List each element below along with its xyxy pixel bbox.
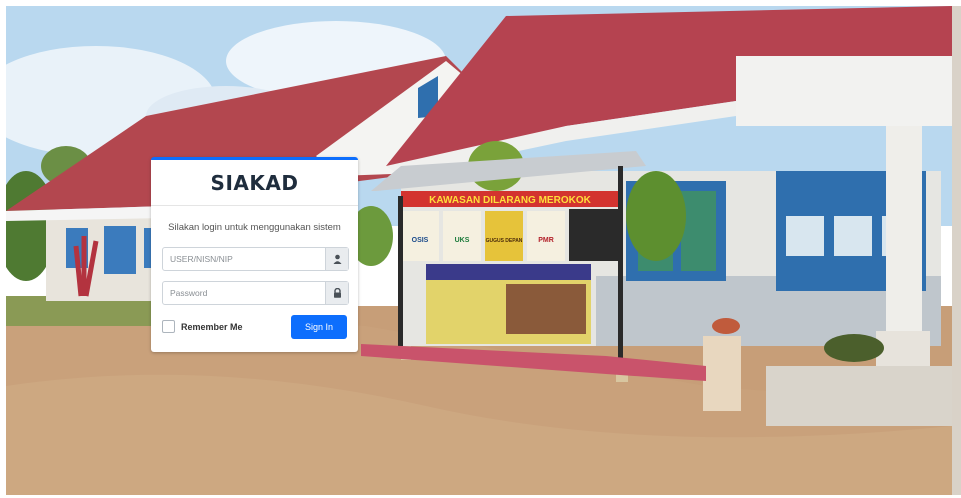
lock-icon [325, 282, 348, 304]
username-group [162, 247, 349, 271]
login-box: SIAKAD Silakan login untuk menggunakan s… [151, 157, 358, 352]
gugus-depan-sign: GUGUS DEPAN [486, 238, 523, 244]
background-photo: KAWASAN DILARANG MEROKOK OSIS UKS GUGUS … [6, 6, 952, 495]
remember-me-checkbox[interactable] [162, 320, 175, 333]
remember-me: Remember Me [162, 320, 243, 333]
school-photo: KAWASAN DILARANG MEROKOK OSIS UKS GUGUS … [6, 6, 952, 495]
no-smoking-banner: KAWASAN DILARANG MEROKOK [429, 195, 591, 206]
page-frame: KAWASAN DILARANG MEROKOK OSIS UKS GUGUS … [0, 0, 961, 498]
pmr-sign: PMR [538, 237, 554, 244]
password-group [162, 281, 349, 305]
osis-sign: OSIS [412, 237, 429, 244]
password-input[interactable] [163, 282, 325, 304]
remember-me-label[interactable]: Remember Me [181, 322, 243, 332]
user-icon [325, 248, 348, 270]
uks-sign: UKS [455, 237, 470, 244]
page-edge [952, 6, 961, 495]
login-header: SIAKAD [151, 160, 358, 206]
app-title: SIAKAD [210, 170, 299, 195]
username-input[interactable] [163, 248, 325, 270]
sign-in-button[interactable]: Sign In [291, 315, 347, 339]
login-message: Silakan login untuk menggunakan sistem [168, 222, 341, 233]
